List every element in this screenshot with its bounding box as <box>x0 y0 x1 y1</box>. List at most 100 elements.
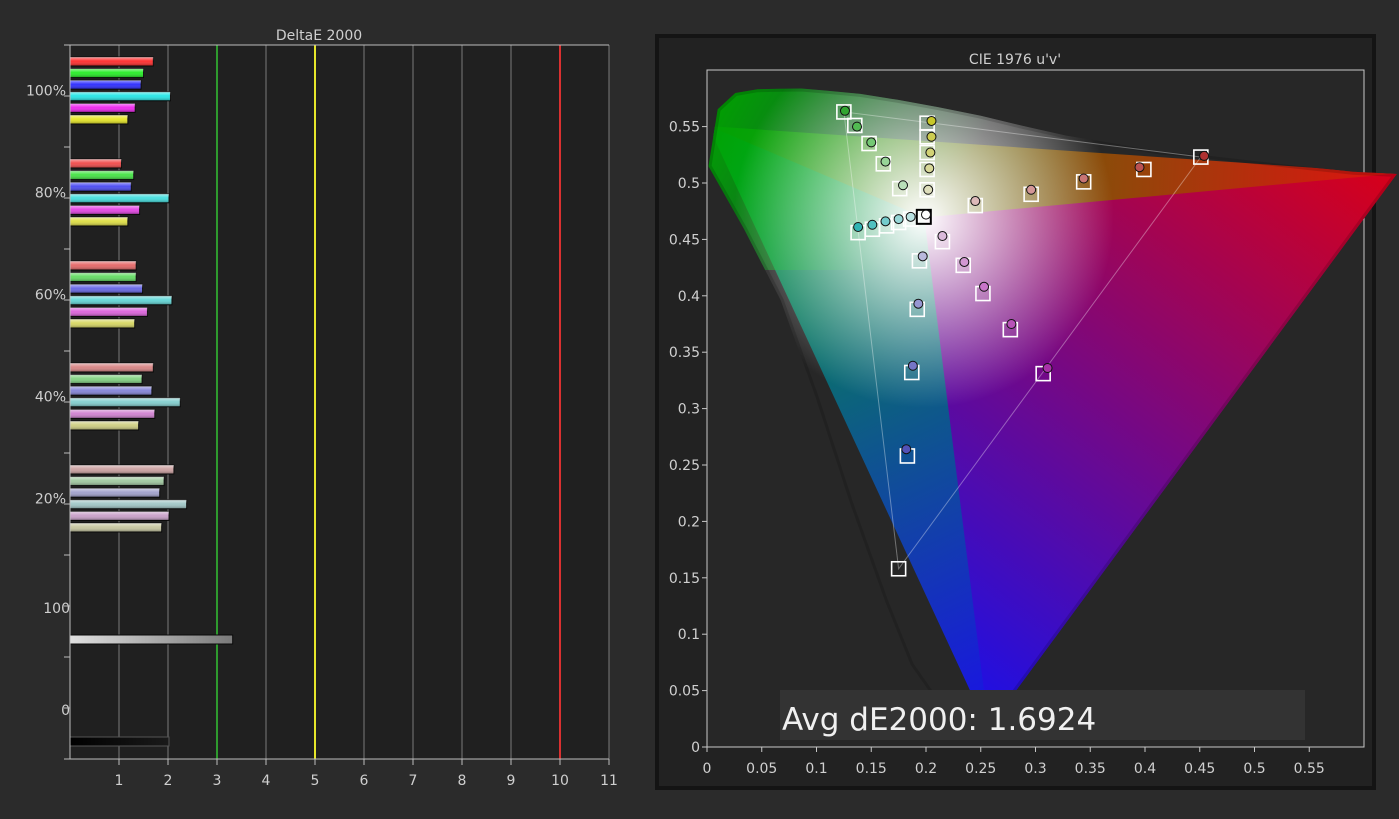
measured-point <box>926 115 937 126</box>
measured-point <box>905 211 916 222</box>
deltae-bar-shine <box>70 182 132 192</box>
measured-point <box>853 221 864 232</box>
deltae-x-ticks: 1 2 3 4 5 6 7 8 9 10 11 <box>115 759 618 789</box>
deltae-x-tick-label: 6 <box>360 773 369 789</box>
deltae-bar-shine <box>70 57 154 66</box>
deltae-x-tick-label: 8 <box>458 773 467 789</box>
measured-point <box>866 137 877 148</box>
measured-point <box>925 147 936 158</box>
deltae-bar-shine <box>70 409 155 419</box>
measured-point <box>937 231 948 242</box>
cie-x-tick-label: 0.35 <box>1075 761 1106 777</box>
measured-point <box>1078 173 1089 184</box>
measured-point <box>1042 362 1053 373</box>
deltae-bar-shine <box>70 523 162 532</box>
measured-point <box>926 131 937 142</box>
measured-point <box>893 214 904 225</box>
deltae-bar-shine <box>70 170 134 180</box>
deltae-x-tick-label: 9 <box>507 773 516 789</box>
deltae-bar-shine <box>70 307 148 317</box>
deltae-y-tick-label: 100 <box>43 601 70 617</box>
cie-y-tick-label: 0.45 <box>669 232 700 248</box>
stage: 100% 80% 60% 40% 20% 100 0 1 2 3 4 5 6 7 8 9 10 11 Delta… <box>26 28 1397 790</box>
cie-chart-title: CIE 1976 u'v' <box>969 52 1061 68</box>
deltae-bar-shine <box>70 374 143 384</box>
cie-x-tick-label: 0.45 <box>1184 761 1215 777</box>
deltae-bar-shine <box>70 217 128 226</box>
deltae-bar-shine <box>70 68 144 78</box>
cie-x-tick-label: 0.4 <box>1134 761 1156 777</box>
deltae-chart-title: DeltaE 2000 <box>276 28 362 44</box>
deltae-bar-shine <box>70 91 171 101</box>
deltae-x-tick-label: 11 <box>600 773 618 789</box>
deltae-y-tick-label: 20% <box>35 492 66 508</box>
measured-point <box>907 360 918 371</box>
measured-point <box>979 281 990 292</box>
deltae-bar-shine <box>70 272 137 282</box>
deltae-bar-shine <box>70 193 169 203</box>
cie-y-tick-label: 0.15 <box>669 571 700 587</box>
cie-y-tick-label: 0 <box>691 740 700 756</box>
deltae-bar-shine <box>70 363 154 372</box>
deltae-y-tick-label: 60% <box>35 288 66 304</box>
deltae-white-bar <box>69 634 234 645</box>
deltae-bar-shine <box>70 386 152 396</box>
deltae-bar-shine <box>70 115 128 124</box>
measured-point <box>852 121 863 132</box>
measured-point <box>924 163 935 174</box>
deltae-black-bar <box>69 736 170 747</box>
cie-x-tick-label: 0.3 <box>1024 761 1046 777</box>
cie-x-tick-label: 0.15 <box>856 761 887 777</box>
deltae-x-tick-label: 1 <box>115 773 124 789</box>
deltae-bar-shine <box>70 103 136 113</box>
cie-y-tick-label: 0.3 <box>678 402 700 418</box>
deltae-bar-shine <box>70 499 187 509</box>
deltae-x-tick-label: 5 <box>311 773 320 789</box>
measured-point <box>959 256 970 267</box>
deltae-x-tick-label: 10 <box>551 773 569 789</box>
measured-point <box>923 184 934 195</box>
deltae-y-tick-label: 80% <box>35 186 66 202</box>
deltae-bar-shine <box>70 465 174 474</box>
deltae-bar-shine <box>70 159 122 168</box>
avg-de-label: Avg dE2000: 1.6924 <box>782 702 1096 738</box>
measured-point <box>970 196 981 207</box>
deltae-bar-shine <box>70 476 165 486</box>
deltae-bar-shine <box>70 319 135 328</box>
deltae-bar-shine <box>70 397 181 407</box>
deltae-bar-shine <box>70 421 139 430</box>
deltae-bar-shine <box>70 511 169 521</box>
deltae-chart: 100% 80% 60% 40% 20% 100 0 1 2 3 4 5 6 7 8 9 10 11 Delta… <box>26 28 618 789</box>
deltae-y-tick-label: 100% <box>26 84 66 100</box>
cie-x-tick-label: 0.5 <box>1243 761 1265 777</box>
cie-chart: 0 0.05 0.1 0.15 0.2 0.25 0.3 0.35 0.4 0.45 0.5 0.55… <box>655 34 1397 790</box>
cie-y-tick-label: 0.2 <box>678 514 700 530</box>
cie-x-tick-label: 0.55 <box>1294 761 1325 777</box>
measured-point <box>901 444 912 455</box>
measured-point <box>839 105 850 116</box>
deltae-x-tick-label: 3 <box>213 773 222 789</box>
measured-point <box>1026 184 1037 195</box>
deltae-bar-shine <box>70 488 160 498</box>
cie-y-tick-label: 0.05 <box>669 684 700 700</box>
measured-point <box>1006 319 1017 329</box>
measured-point <box>1199 150 1210 161</box>
deltae-bar-shine <box>70 80 142 90</box>
measured-point <box>1134 162 1145 173</box>
deltae-bar-shine <box>70 261 137 270</box>
cie-x-tick-label: 0.2 <box>915 761 937 777</box>
cie-y-tick-label: 0.35 <box>669 345 700 361</box>
measured-point <box>913 298 924 309</box>
deltae-y-tick-label: 40% <box>35 390 66 406</box>
measured-point <box>898 180 909 191</box>
deltae-y-ticks: 100% 80% 60% 40% 20% 100 0 <box>26 44 70 760</box>
deltae-bar-shine <box>70 284 143 294</box>
deltae-x-tick-label: 4 <box>262 773 271 789</box>
cie-y-tick-label: 0.1 <box>678 627 700 643</box>
deltae-y-tick-label: 0 <box>61 703 70 719</box>
cie-x-tick-label: 0.05 <box>746 761 777 777</box>
cie-y-tick-label: 0.25 <box>669 458 700 474</box>
cie-y-tick-label: 0.4 <box>678 289 700 305</box>
cie-y-tick-label: 0.5 <box>678 176 700 192</box>
measured-point <box>921 209 931 220</box>
